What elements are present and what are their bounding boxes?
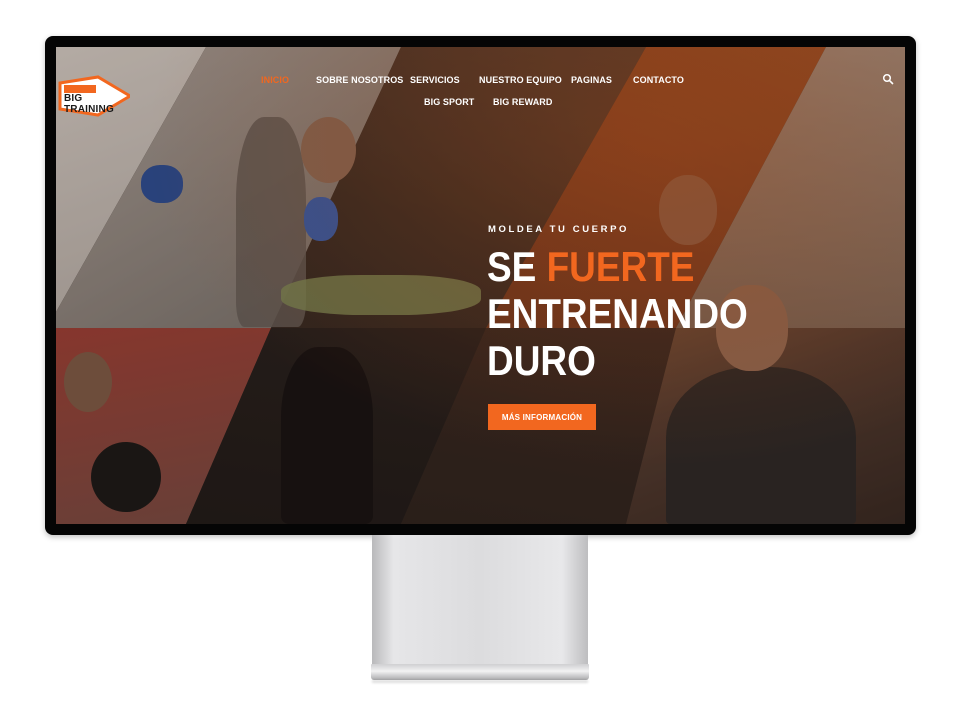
more-info-button[interactable]: MÁS INFORMACIÓN <box>488 404 596 430</box>
hero-title-line-3: DURO <box>487 337 596 384</box>
nav-item-paginas[interactable]: PAGINAS <box>571 75 612 85</box>
search-icon[interactable] <box>882 72 894 85</box>
nav-item-nuestro-equipo[interactable]: NUESTRO EQUIPO <box>479 75 562 85</box>
hero-title-line-1: SE FUERTE <box>487 243 748 290</box>
nav-item-big-sport[interactable]: BIG SPORT <box>424 97 474 107</box>
nav-item-servicios[interactable]: SERVICIOS <box>410 75 460 85</box>
nav-item-big-reward[interactable]: BIG REWARD <box>493 97 553 107</box>
hero-title-accent: FUERTE <box>546 243 695 290</box>
hero-title: SE FUERTE ENTRENANDO DURO <box>487 243 748 384</box>
monitor-stand <box>372 535 588 665</box>
monitor-stand-base <box>371 664 589 680</box>
main-nav: INICIO SOBRE NOSOTROS SERVICIOS NUESTRO … <box>56 47 905 117</box>
nav-item-sobre-nosotros[interactable]: SOBRE NOSOTROS <box>316 75 403 85</box>
hero-kicker: MOLDEA TU CUERPO <box>488 224 629 235</box>
nav-item-inicio[interactable]: INICIO <box>261 75 289 85</box>
hero-title-line-2: ENTRENANDO <box>487 290 748 337</box>
stand-shadow <box>372 680 588 683</box>
hero-title-se: SE <box>487 243 537 290</box>
dark-overlay <box>56 47 905 524</box>
nav-item-contacto[interactable]: CONTACTO <box>633 75 684 85</box>
website-screen: BIG TRAINING INICIO SOBRE NOSOTROS SERVI… <box>56 47 905 524</box>
